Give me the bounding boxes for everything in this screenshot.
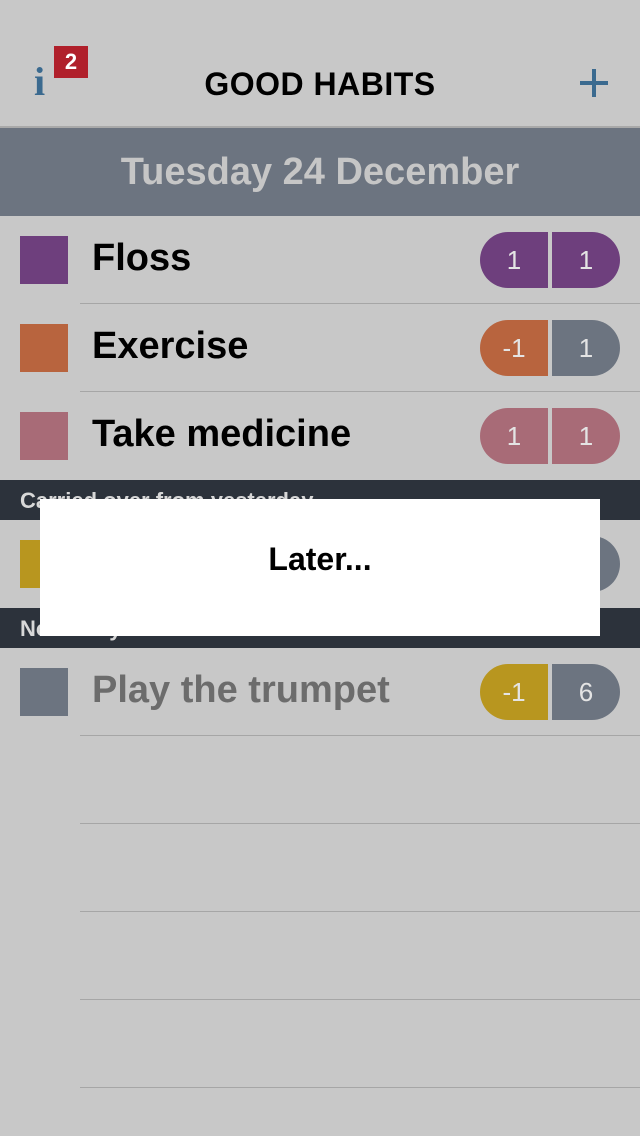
row-divider (80, 1087, 640, 1088)
habit-right-counter[interactable]: 1 (552, 408, 620, 464)
row-divider (80, 999, 640, 1000)
habit-label: Exercise (92, 325, 249, 367)
app-title: GOOD HABITS (204, 66, 436, 102)
popup-message: Later... (268, 541, 372, 577)
habit-row-play-trumpet[interactable]: Play the trumpet -1 6 (0, 648, 640, 736)
habit-left-counter[interactable]: -1 (480, 664, 548, 720)
nav-bar: i 2 GOOD HABITS (0, 0, 640, 128)
habit-label: Play the trumpet (92, 669, 390, 711)
date-header: Tuesday 24 December (0, 128, 640, 216)
date-text: Tuesday 24 December (120, 151, 520, 193)
habit-row-exercise[interactable]: Exercise -1 1 (0, 304, 640, 392)
habit-label: Take medicine (92, 413, 352, 455)
habit-left-counter[interactable]: 1 (480, 232, 548, 288)
habit-row-floss[interactable]: Floss 1 1 (0, 216, 640, 304)
habit-right-counter[interactable]: 1 (552, 320, 620, 376)
habit-row-take-medicine[interactable]: Take medicine 1 1 (0, 392, 640, 480)
row-divider (80, 823, 640, 824)
habit-left-counter[interactable]: -1 (480, 320, 548, 376)
habit-right-counter[interactable]: 1 (552, 232, 620, 288)
later-popup[interactable]: Later... (40, 499, 600, 636)
habit-color-swatch (20, 668, 68, 716)
row-divider (80, 735, 640, 736)
habit-left-counter[interactable]: 1 (480, 408, 548, 464)
add-habit-button[interactable] (574, 62, 614, 102)
habit-right-counter[interactable]: 6 (552, 664, 620, 720)
row-divider (80, 911, 640, 912)
habit-color-swatch (20, 236, 68, 284)
habit-color-swatch (20, 412, 68, 460)
habit-color-swatch (20, 324, 68, 372)
habit-label: Floss (92, 237, 192, 279)
